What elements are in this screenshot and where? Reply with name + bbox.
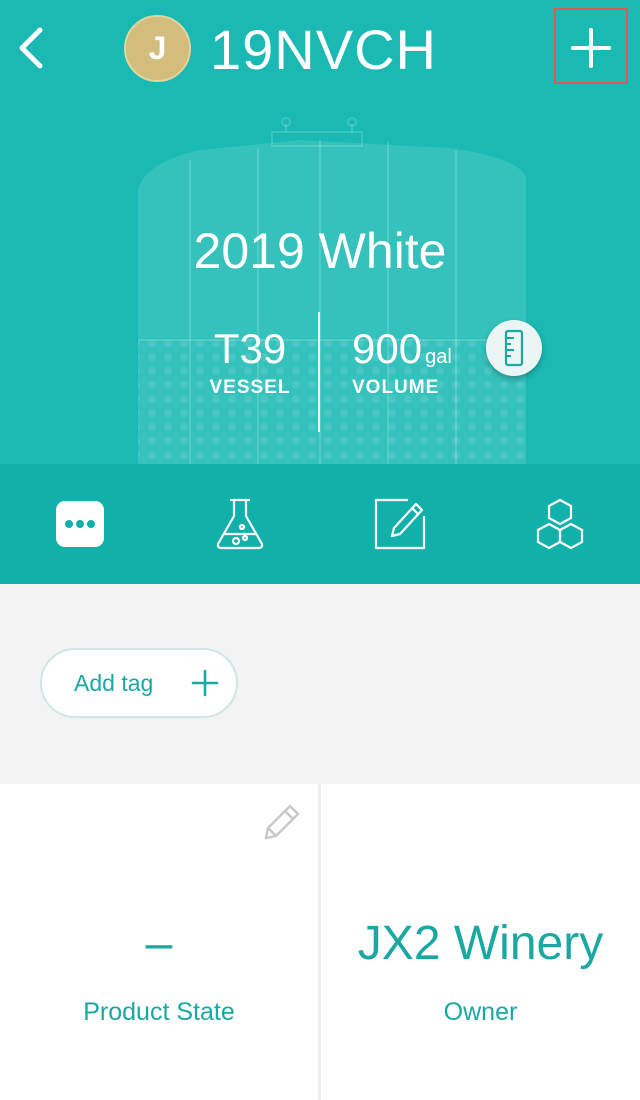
measure-button[interactable] [486,320,542,376]
hexagons-icon [536,498,584,550]
edit-product-state-button[interactable] [258,800,304,846]
tab-more[interactable] [0,464,160,584]
vessel-label: VESSEL [209,377,291,398]
plus-icon [571,28,611,68]
tab-notes[interactable] [320,464,480,584]
tab-components[interactable] [480,464,640,584]
product-state-value: – [145,917,173,970]
volume-unit: gal [425,346,452,368]
vessel-value: T39 [213,325,287,372]
tags-section: Add tag [0,584,640,784]
lot-name: 2019 White [193,223,447,279]
volume-value: 900 gal [352,325,452,372]
more-icon [56,501,104,547]
lot-header: J 19NVCH 2019 White T39 VESSEL 900 gal VO… [0,0,640,464]
tab-lab[interactable] [160,464,320,584]
add-button[interactable] [554,8,628,84]
back-button[interactable] [12,22,52,74]
details-cards: – Product State JX2 Winery Owner [0,784,640,1100]
avatar[interactable]: J [124,15,191,82]
chevron-left-icon [19,27,43,69]
plus-icon [191,669,219,697]
notes-edit-icon [374,498,426,550]
lab-flask-icon [216,498,264,550]
pencil-icon [264,804,300,840]
add-tag-button[interactable]: Add tag [40,648,238,718]
ruler-icon [504,329,524,367]
add-tag-label: Add tag [74,670,154,696]
stat-divider [318,312,320,432]
tab-bar [0,464,640,584]
product-state-label: Product State [83,998,235,1026]
lot-code-title: 19NVCH [210,18,437,81]
volume-label: VOLUME [352,377,440,398]
owner-label: Owner [443,998,518,1026]
owner-value: JX2 Winery [357,917,604,970]
